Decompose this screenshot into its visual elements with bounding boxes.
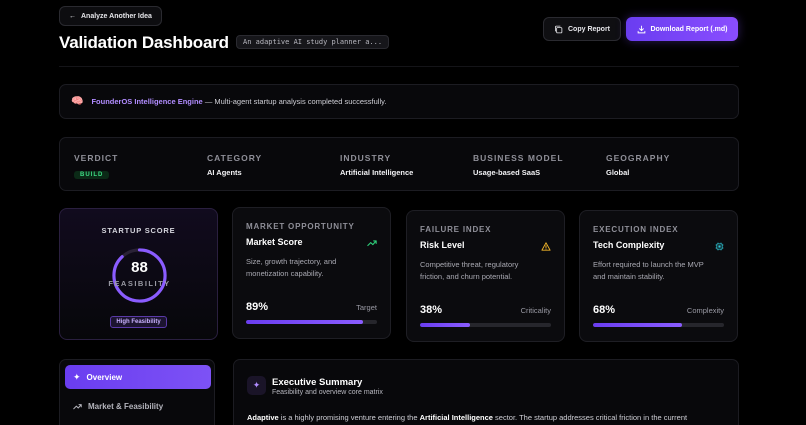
execution-index-card: EXECUTION INDEX Tech Complexity Effort r…	[579, 210, 738, 342]
metric-tag: Target	[356, 303, 377, 312]
warning-icon	[541, 242, 551, 251]
brain-icon: 🧠	[71, 96, 84, 107]
meta-strip: VERDICT BUILD CATEGORY AI Agents INDUSTR…	[59, 137, 739, 191]
banner-message: — Multi-agent startup analysis completed…	[204, 97, 387, 106]
metric-desc: Size, growth trajectory, and monetizatio…	[246, 257, 337, 278]
metric-kicker: FAILURE INDEX	[420, 225, 492, 234]
section-nav: ✦ Overview Market & Feasibility	[59, 359, 215, 425]
startup-name: Adaptive	[247, 413, 279, 422]
sector-name: Artificial Intelligence	[419, 413, 493, 422]
feasibility-badge: High Feasibility	[110, 316, 167, 328]
nav-item-market-feasibility[interactable]: Market & Feasibility	[65, 394, 211, 418]
metric-bar	[420, 323, 551, 327]
metric-title: Risk Level	[420, 240, 465, 250]
failure-index-card: FAILURE INDEX Risk Level Competitive thr…	[406, 210, 565, 342]
metric-bar	[246, 320, 377, 324]
chip-icon	[715, 242, 724, 251]
page-title: Validation Dashboard	[59, 33, 229, 52]
trend-up-icon	[367, 240, 377, 247]
trend-up-icon	[73, 403, 82, 409]
score-sub: FEASIBILITY	[108, 279, 171, 288]
metric-kicker: EXECUTION INDEX	[593, 225, 679, 234]
metric-tag: Criticality	[520, 306, 551, 315]
sparkle-icon: ✦	[73, 371, 81, 382]
nav-label: Market & Feasibility	[88, 401, 164, 411]
summary-body: Adaptive is a highly promising venture e…	[247, 413, 688, 422]
geography-value: Global	[606, 168, 630, 177]
meta-verdict: VERDICT BUILD	[74, 153, 118, 181]
summary-subtitle: Feasibility and overview core matrix	[272, 389, 383, 396]
startup-score-label: STARTUP SCORE	[101, 226, 176, 235]
metric-title: Market Score	[246, 237, 303, 247]
metric-pct: 89%	[246, 301, 269, 313]
header-divider	[59, 66, 739, 67]
download-label: Download Report (.md)	[650, 25, 728, 33]
verdict-label: VERDICT	[74, 153, 119, 163]
metric-bar-fill	[593, 323, 683, 327]
summary-title: Executive Summary	[272, 377, 363, 388]
back-label: Analyze Another Idea	[81, 12, 152, 20]
metric-bar-fill	[420, 323, 470, 327]
arrow-left-icon: ←	[69, 12, 76, 20]
metric-bar-fill	[246, 320, 363, 324]
industry-label: INDUSTRY	[340, 153, 392, 163]
sparkle-icon: ✦	[247, 376, 266, 395]
status-banner: 🧠 FounderOS Intelligence Engine — Multi-…	[59, 84, 739, 119]
copy-report-button[interactable]: Copy Report	[543, 17, 621, 41]
metric-tag: Complexity	[686, 306, 724, 315]
idea-chip: An adaptive AI study planner a...	[236, 35, 390, 49]
category-value: AI Agents	[207, 168, 242, 177]
engine-brand: FounderOS Intelligence Engine	[91, 97, 203, 106]
meta-category: CATEGORY AI Agents	[207, 153, 262, 177]
geography-label: GEOGRAPHY	[606, 153, 671, 163]
copy-icon	[555, 25, 563, 33]
meta-business-model: BUSINESS MODEL Usage-based SaaS	[473, 153, 564, 177]
meta-geography: GEOGRAPHY Global	[606, 153, 670, 177]
metric-pct: 68%	[593, 304, 616, 316]
metric-kicker: MARKET OPPORTUNITY	[246, 222, 355, 231]
download-icon	[637, 25, 645, 33]
metric-title: Tech Complexity	[593, 240, 665, 250]
market-opportunity-card: MARKET OPPORTUNITY Market Score Size, gr…	[232, 207, 391, 339]
industry-value: Artificial Intelligence	[340, 168, 414, 177]
score-value: 88	[131, 259, 148, 276]
metric-desc: Effort required to launch the MVP and ma…	[593, 260, 704, 281]
analyze-another-idea-button[interactable]: ← Analyze Another Idea	[59, 6, 162, 26]
meta-industry: INDUSTRY Artificial Intelligence	[340, 153, 413, 177]
metric-pct: 38%	[420, 304, 443, 316]
category-label: CATEGORY	[207, 153, 263, 163]
verdict-badge: BUILD	[74, 171, 110, 179]
nav-label: Overview	[86, 372, 123, 382]
download-report-button[interactable]: Download Report (.md)	[626, 17, 738, 41]
metric-desc: Competitive threat, regulatory friction,…	[420, 260, 519, 281]
metric-bar	[593, 323, 724, 327]
nav-item-overview[interactable]: ✦ Overview	[65, 365, 211, 389]
copy-label: Copy Report	[568, 25, 610, 33]
business-model-label: BUSINESS MODEL	[473, 153, 564, 163]
executive-summary-panel: ✦ Executive Summary Feasibility and over…	[233, 359, 739, 425]
business-model-value: Usage-based SaaS	[473, 168, 541, 177]
